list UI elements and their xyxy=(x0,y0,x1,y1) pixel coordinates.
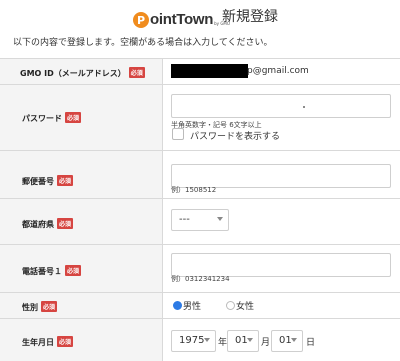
password-label: パスワード 必須 xyxy=(22,112,82,123)
gender-female-label[interactable]: 女性 xyxy=(236,299,254,312)
page-title: 新規登録 xyxy=(222,9,278,25)
required-badge: 必須 xyxy=(57,218,74,229)
show-password-checkbox[interactable] xyxy=(172,128,184,140)
gender-male-radio[interactable] xyxy=(173,301,182,310)
required-badge: 必須 xyxy=(128,67,145,78)
chevron-down-icon xyxy=(204,338,210,342)
email-row: GMO ID（メールアドレス） 必須 p@gmail.com xyxy=(0,58,400,85)
birth-day-value: 01 xyxy=(279,335,292,346)
prefecture-label-cell: 都道府県 必須 xyxy=(0,199,163,245)
gender-male-label[interactable]: 男性 xyxy=(183,299,201,312)
password-input[interactable] xyxy=(171,94,391,118)
required-badge: 必須 xyxy=(65,112,82,123)
birth-month-select[interactable]: 01 xyxy=(227,330,259,352)
postal-hint: 例）1508512 xyxy=(171,186,217,194)
required-badge: 必須 xyxy=(57,336,74,347)
show-password-label[interactable]: パスワードを表示する xyxy=(190,129,280,142)
required-badge: 必須 xyxy=(41,301,58,312)
password-mask-dot xyxy=(303,106,305,108)
month-unit: 月 xyxy=(261,338,271,348)
phone-label-cell: 電話番号１ 必須 xyxy=(0,245,163,293)
birth-month-value: 01 xyxy=(235,335,248,346)
phone-row: 電話番号１ 必須 例）0312341234 xyxy=(0,244,400,293)
gender-row: 性別 必須 男性 女性 xyxy=(0,292,400,319)
birthday-label: 生年月日 必須 xyxy=(22,336,74,347)
chevron-down-icon xyxy=(247,338,253,342)
password-label-cell: パスワード 必須 xyxy=(0,85,163,151)
prefecture-label: 都道府県 必須 xyxy=(22,218,74,229)
birthday-label-cell: 生年月日 必須 xyxy=(0,319,163,361)
birthday-row: 生年月日 必須 1975 年 01 月 01 日 xyxy=(0,318,400,361)
chevron-down-icon xyxy=(217,217,223,221)
pointtown-logo[interactable]: P ointTown by GMO xyxy=(133,6,230,28)
required-badge: 必須 xyxy=(57,175,74,186)
day-unit: 日 xyxy=(306,338,316,348)
logo-p-mark: P xyxy=(133,12,149,28)
gender-female-radio[interactable] xyxy=(226,301,235,310)
birth-year-value: 1975 xyxy=(179,335,205,346)
prefecture-selected: --- xyxy=(179,214,190,225)
logo-text: ointTown xyxy=(150,11,214,28)
phone-hint: 例）0312341234 xyxy=(171,275,230,283)
chevron-down-icon xyxy=(291,338,297,342)
prefecture-select[interactable]: --- xyxy=(171,209,229,231)
email-label-cell: GMO ID（メールアドレス） 必須 xyxy=(0,59,163,85)
redacted-email-box xyxy=(171,64,248,78)
gender-label-cell: 性別 必須 xyxy=(0,293,163,319)
password-row: パスワード 必須 半角英数字・記号 6文字以上 パスワードを表示する xyxy=(0,84,400,151)
phone-label: 電話番号１ 必須 xyxy=(22,265,82,276)
postal-row: 郵便番号 必須 例）1508512 xyxy=(0,150,400,199)
required-badge: 必須 xyxy=(65,265,82,276)
email-label: GMO ID（メールアドレス） 必須 xyxy=(20,67,145,78)
postal-label-cell: 郵便番号 必須 xyxy=(0,151,163,199)
prefecture-row: 都道府県 必須 --- xyxy=(0,198,400,245)
postal-label: 郵便番号 必須 xyxy=(22,175,74,186)
year-unit: 年 xyxy=(218,338,228,348)
email-value: p@gmail.com xyxy=(247,66,309,76)
birth-day-select[interactable]: 01 xyxy=(271,330,303,352)
gender-label: 性別 必須 xyxy=(22,301,58,312)
intro-text: 以下の内容で登録します。空欄がある場合は入力してください。 xyxy=(13,38,273,48)
birth-year-select[interactable]: 1975 xyxy=(171,330,216,352)
